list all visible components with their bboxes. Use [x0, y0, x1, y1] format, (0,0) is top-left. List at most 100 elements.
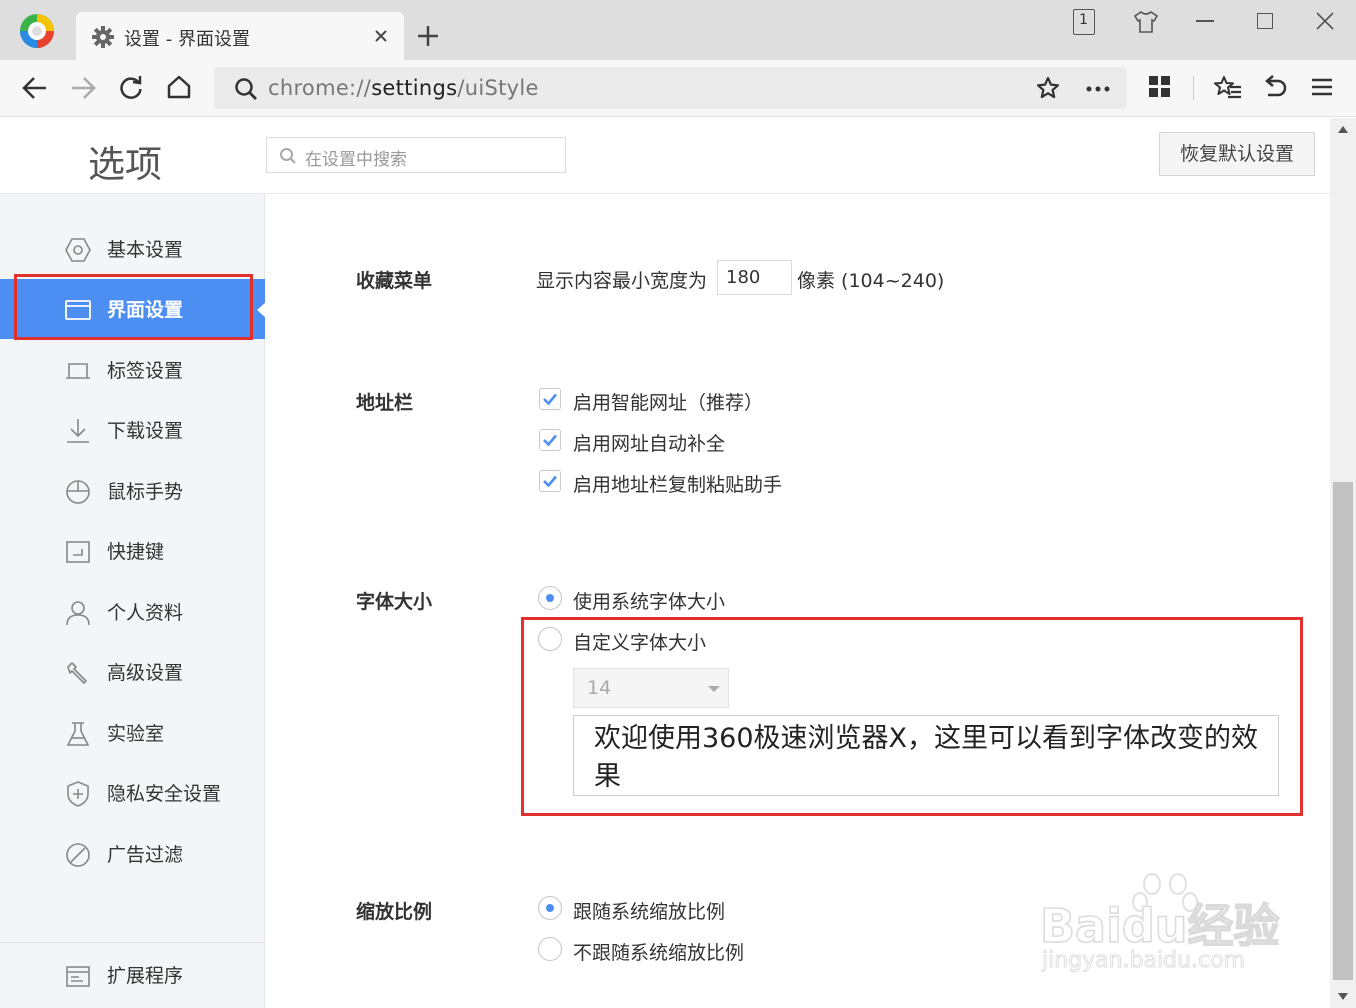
back-icon[interactable]: [22, 75, 48, 101]
tab-settings[interactable]: 设置 - 界面设置: [76, 12, 404, 60]
search-icon: [234, 77, 258, 101]
sidebar-item-lab[interactable]: 实验室: [0, 703, 265, 763]
sidebar-item-label: 实验室: [107, 723, 165, 745]
tab-icon: [64, 357, 92, 385]
url-scheme: chrome://: [268, 76, 372, 100]
shield-plus-icon: [64, 780, 92, 808]
sidebar-item-label: 高级设置: [107, 662, 184, 684]
new-tab-icon[interactable]: [416, 24, 440, 48]
download-icon: [64, 417, 92, 445]
favorites-width-prefix: 显示内容最小宽度为: [536, 270, 708, 292]
scroll-down-icon[interactable]: [1338, 993, 1348, 1000]
toolbar-divider: [1193, 76, 1194, 100]
sidebar-item-label: 快捷键: [107, 541, 165, 563]
wrench-icon: [64, 659, 92, 687]
sidebar-item-advanced[interactable]: 高级设置: [0, 642, 265, 702]
baidu-watermark: Baidu经验 jingyan.baidu.com: [1039, 870, 1300, 980]
sidebar-item-basic[interactable]: 基本设置: [0, 219, 265, 279]
reset-defaults-button[interactable]: 恢复默认设置: [1159, 132, 1315, 176]
sidebar-item-label: 扩展程序: [107, 965, 184, 987]
system-font-radio[interactable]: [538, 586, 562, 610]
sidebar-divider: [0, 942, 265, 943]
page-title: 选项: [88, 143, 162, 186]
sidebar-item-label: 个人资料: [107, 602, 184, 624]
home-icon[interactable]: [166, 74, 192, 100]
gear-icon: [92, 26, 114, 48]
favorites-width-suffix: 像素 (104~240): [797, 270, 945, 292]
url-autocomplete-checkbox[interactable]: [539, 429, 561, 451]
window-count-icon[interactable]: 1: [1073, 9, 1095, 35]
forward-icon[interactable]: [70, 75, 96, 101]
sidebar-item-mouse-gestures[interactable]: 鼠标手势: [0, 461, 265, 521]
not-follow-zoom-radio[interactable]: [538, 937, 562, 961]
sidebar-item-extensions[interactable]: 扩展程序: [0, 945, 265, 1005]
more-dots-icon[interactable]: [1086, 86, 1110, 92]
skin-shirt-icon[interactable]: [1133, 10, 1159, 34]
sidebar-item-label: 鼠标手势: [107, 481, 184, 503]
highlight-box-nav: [14, 274, 253, 340]
not-follow-zoom-label: 不跟随系统缩放比例: [573, 942, 745, 964]
person-icon: [64, 599, 92, 627]
maximize-icon[interactable]: [1257, 13, 1273, 29]
tab-title: 设置 - 界面设置: [124, 29, 250, 50]
mouse-icon: [64, 478, 92, 506]
url-path: /uiStyle: [457, 76, 539, 100]
browser-logo-icon[interactable]: [18, 12, 56, 50]
flask-icon: [64, 720, 92, 748]
favorites-list-icon[interactable]: [1214, 75, 1242, 101]
url-text[interactable]: chrome://settings/uiStyle: [268, 76, 539, 100]
keyboard-shortcut-icon: [64, 538, 92, 566]
menu-hamburger-icon[interactable]: [1312, 78, 1332, 96]
scroll-up-icon[interactable]: [1338, 126, 1348, 133]
title-bar: 设置 - 界面设置 1: [0, 0, 1356, 60]
reload-icon[interactable]: [118, 75, 144, 101]
settings-header: 选项 在设置中搜索 恢复默认设置: [0, 118, 1330, 194]
sidebar-item-label: 基本设置: [107, 239, 184, 261]
active-indicator: [257, 302, 266, 318]
sidebar-item-label: 广告过滤: [107, 844, 184, 866]
section-title-zoom: 缩放比例: [356, 901, 433, 923]
vertical-scrollbar[interactable]: [1330, 118, 1356, 1008]
follow-zoom-radio[interactable]: [538, 896, 562, 920]
sidebar-item-label: 下载设置: [107, 420, 184, 442]
tab-close-icon[interactable]: [371, 26, 391, 46]
bookmark-star-icon[interactable]: [1036, 76, 1060, 100]
check-icon: [543, 475, 557, 488]
section-title-font-size: 字体大小: [356, 591, 433, 613]
gear-hex-icon: [64, 236, 92, 264]
block-icon: [64, 841, 92, 869]
navigation-toolbar: chrome://settings/uiStyle: [0, 60, 1356, 117]
highlight-box-font: [521, 617, 1303, 816]
scrollbar-thumb[interactable]: [1333, 482, 1353, 980]
url-autocomplete-label: 启用网址自动补全: [573, 433, 726, 455]
section-title-favorites: 收藏菜单: [356, 270, 433, 292]
watermark-brand: Baidu经验: [1039, 898, 1280, 954]
paste-helper-label: 启用地址栏复制粘贴助手: [573, 474, 783, 496]
url-host: settings: [371, 76, 458, 100]
follow-zoom-label: 跟随系统缩放比例: [573, 901, 726, 923]
close-window-icon[interactable]: [1315, 11, 1335, 31]
check-icon: [543, 434, 557, 447]
search-icon: [279, 147, 297, 165]
smart-url-checkbox[interactable]: [539, 388, 561, 410]
apps-grid-icon[interactable]: [1149, 76, 1171, 98]
address-bar[interactable]: chrome://settings/uiStyle: [214, 67, 1127, 109]
sidebar-item-label: 隐私安全设置: [107, 783, 222, 805]
sidebar-item-tabs[interactable]: 标签设置: [0, 340, 265, 400]
section-title-address-bar: 地址栏: [356, 392, 414, 414]
undo-close-icon[interactable]: [1262, 75, 1288, 101]
window-count: 1: [1079, 12, 1088, 28]
minimize-icon[interactable]: [1196, 20, 1214, 22]
favorites-width-input[interactable]: [717, 260, 792, 295]
sidebar-item-privacy[interactable]: 隐私安全设置: [0, 763, 265, 823]
sidebar-item-profile[interactable]: 个人资料: [0, 582, 265, 642]
sidebar-item-label: 标签设置: [107, 360, 184, 382]
check-icon: [543, 393, 557, 406]
sidebar-item-download[interactable]: 下载设置: [0, 400, 265, 460]
search-placeholder: 在设置中搜索: [305, 150, 407, 170]
settings-search-input[interactable]: 在设置中搜索: [266, 137, 566, 173]
sidebar-item-shortcuts[interactable]: 快捷键: [0, 521, 265, 581]
sidebar-item-adblock[interactable]: 广告过滤: [0, 824, 265, 884]
smart-url-label: 启用智能网址（推荐）: [573, 392, 764, 414]
paste-helper-checkbox[interactable]: [539, 470, 561, 492]
